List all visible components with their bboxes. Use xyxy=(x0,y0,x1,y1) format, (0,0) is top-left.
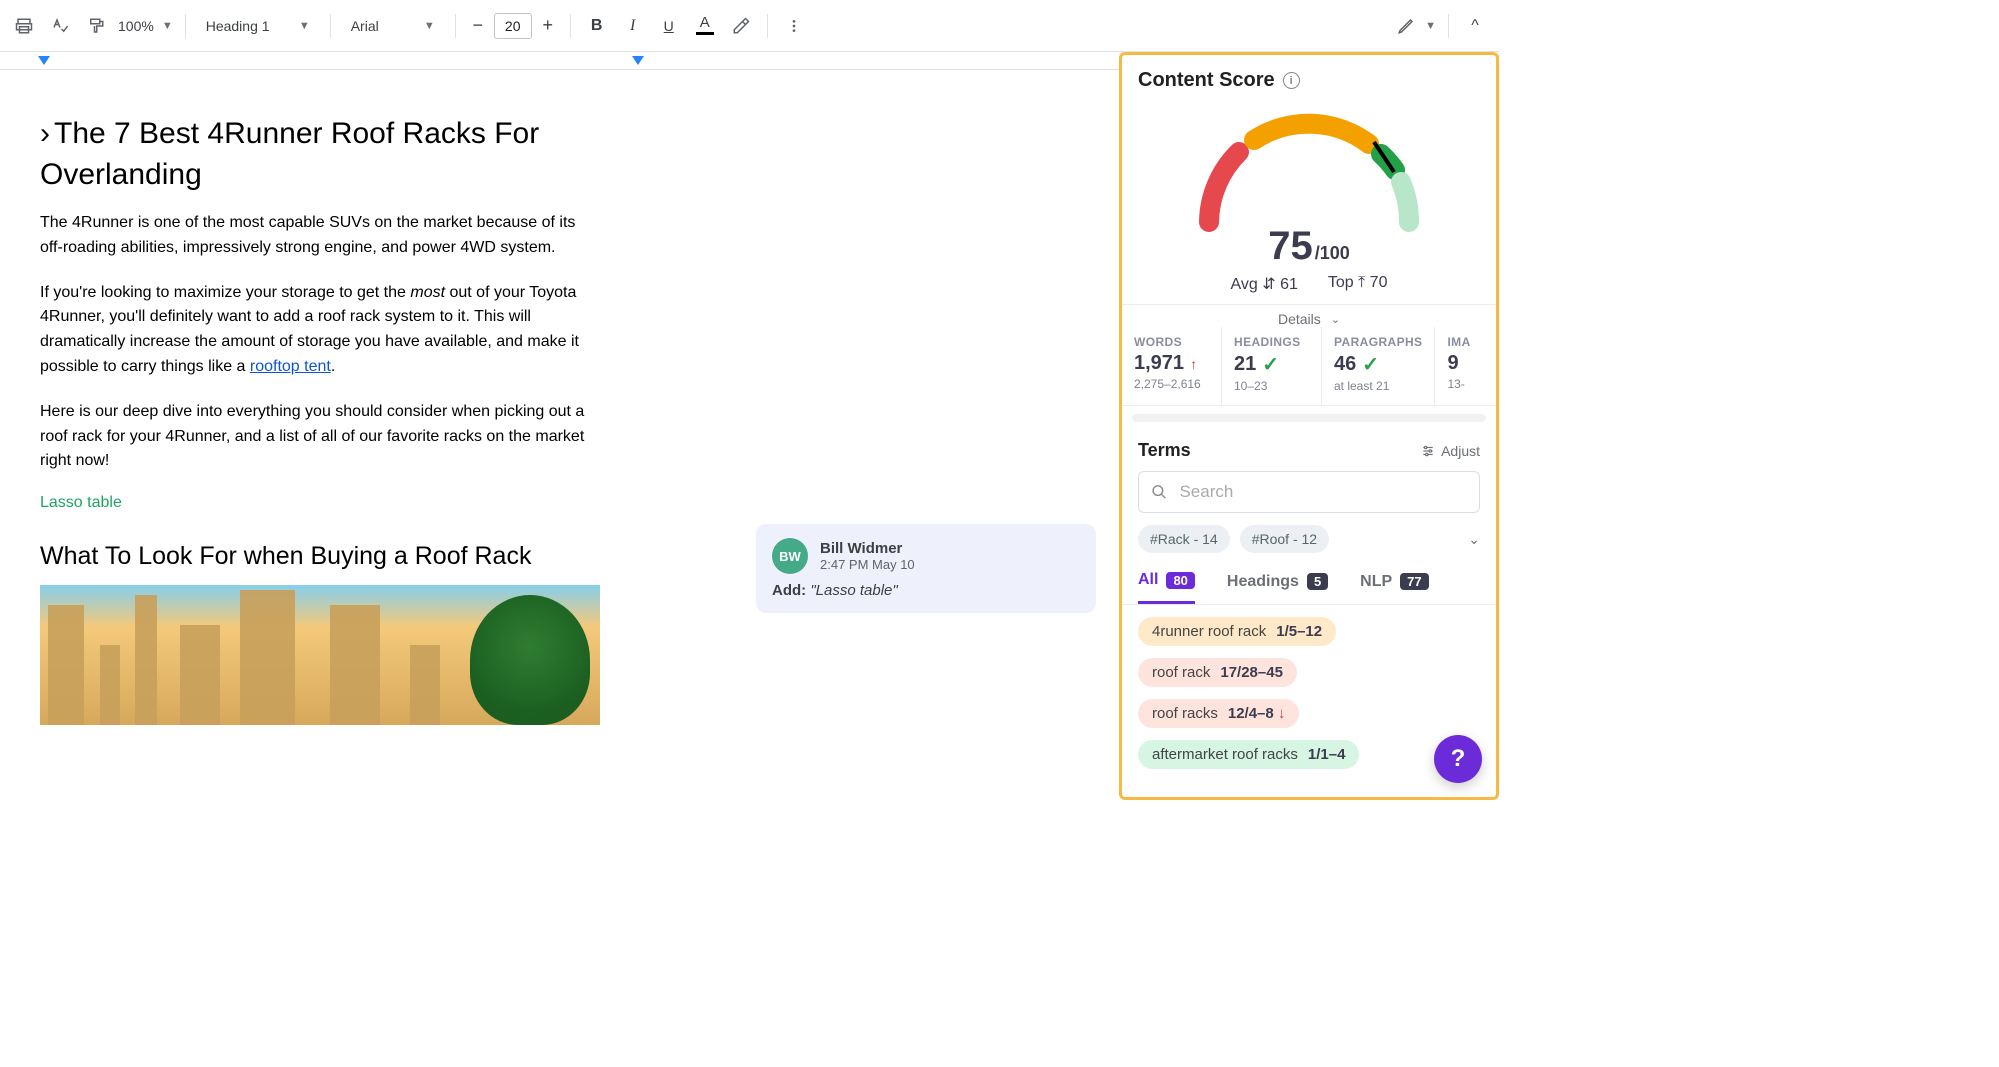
divider xyxy=(767,14,768,38)
text-color-button[interactable]: A xyxy=(691,12,719,40)
text-color-letter: A xyxy=(700,16,710,30)
tab-all[interactable]: All80 xyxy=(1138,571,1195,604)
heading-text: The 7 Best 4Runner Roof Racks For Overla… xyxy=(40,117,539,191)
help-button[interactable]: ? xyxy=(1434,735,1482,783)
chevron-down-icon: ▼ xyxy=(299,20,310,32)
text-span: . xyxy=(331,358,335,375)
document-page[interactable]: ›The 7 Best 4Runner Roof Racks For Overl… xyxy=(0,70,640,725)
underline-button[interactable]: U xyxy=(655,12,683,40)
document-area: ›The 7 Best 4Runner Roof Racks For Overl… xyxy=(0,52,1119,800)
term-chip[interactable]: 4runner roof rack 1/5–12 xyxy=(1138,617,1336,646)
increase-font-button[interactable]: + xyxy=(538,16,558,36)
term-chip[interactable]: roof racks 12/4–8 ↓ xyxy=(1138,699,1299,728)
tab-nlp[interactable]: NLP77 xyxy=(1360,573,1428,603)
paragraph[interactable]: Here is our deep dive into everything yo… xyxy=(40,400,600,474)
metric-headings: HEADINGS 21✓ 10–23 xyxy=(1222,327,1322,405)
rooftop-tent-link[interactable]: rooftop tent xyxy=(250,358,331,375)
comment-label: Add: xyxy=(772,582,806,599)
divider xyxy=(1448,14,1449,38)
font-label: Arial xyxy=(351,18,379,34)
divider xyxy=(185,14,186,38)
chevron-down-icon: ▼ xyxy=(424,20,435,32)
arrow-up-icon: ↑ xyxy=(1190,356,1197,372)
metric-words: WORDS 1,971↑ 2,275–2,616 xyxy=(1122,327,1222,405)
check-icon: ✓ xyxy=(1362,352,1379,377)
hash-chip-roof[interactable]: #Roof - 12 xyxy=(1240,525,1329,553)
style-label: Heading 1 xyxy=(206,18,270,34)
chevron-down-icon[interactable]: ⌄ xyxy=(1468,531,1480,548)
comment-time: 2:47 PM May 10 xyxy=(820,557,915,572)
paragraph[interactable]: If you're looking to maximize your stora… xyxy=(40,281,600,380)
hash-chip-rack[interactable]: #Rack - 14 xyxy=(1138,525,1230,553)
text-italic: most xyxy=(410,284,445,301)
metric-paragraphs: PARAGRAPHS 46✓ at least 21 xyxy=(1322,327,1435,405)
details-toggle[interactable]: Details ⌄ xyxy=(1122,305,1496,327)
search-input[interactable] xyxy=(1138,471,1480,513)
text-color-bar xyxy=(696,32,714,35)
lasso-table-text[interactable]: Lasso table xyxy=(40,494,600,512)
divider xyxy=(570,14,571,38)
divider xyxy=(330,14,331,38)
format-painter-icon[interactable] xyxy=(82,12,110,40)
search-field[interactable] xyxy=(1177,481,1467,503)
check-icon: ✓ xyxy=(1262,352,1279,377)
collapse-toolbar-button[interactable]: ^ xyxy=(1461,12,1489,40)
print-icon[interactable] xyxy=(10,12,38,40)
paragraph[interactable]: The 4Runner is one of the most capable S… xyxy=(40,211,600,261)
highlight-button[interactable] xyxy=(727,12,755,40)
comment-card[interactable]: BW Bill Widmer 2:47 PM May 10 Add: "Lass… xyxy=(756,524,1096,613)
chevron-down-icon: ▼ xyxy=(162,20,173,32)
term-tabs: All80 Headings5 NLP77 xyxy=(1122,561,1496,605)
editing-mode-button[interactable]: ▼ xyxy=(1397,17,1436,35)
content-score-panel: Content Score i 75/100 xyxy=(1119,52,1499,800)
zoom-select[interactable]: 100% ▼ xyxy=(118,18,173,34)
info-icon[interactable]: i xyxy=(1283,72,1300,89)
metrics-row: WORDS 1,971↑ 2,275–2,616 HEADINGS 21✓ 10… xyxy=(1122,327,1496,406)
comment-text: "Lasso table" xyxy=(810,582,897,599)
document-image[interactable] xyxy=(40,585,600,725)
more-button[interactable] xyxy=(780,12,808,40)
font-size-group: − 20 + xyxy=(468,13,558,39)
avatar: BW xyxy=(772,538,808,574)
ruler[interactable] xyxy=(0,52,1119,70)
bold-button[interactable]: B xyxy=(583,12,611,40)
chevron-down-icon: ▼ xyxy=(1425,20,1436,32)
metric-images: IMA 9 13- xyxy=(1435,327,1485,405)
panel-title: Content Score i xyxy=(1138,69,1480,92)
chevron-down-icon: ⌄ xyxy=(1331,313,1340,326)
heading-marker: › xyxy=(40,117,50,150)
font-size-input[interactable]: 20 xyxy=(494,13,532,39)
comment-author: Bill Widmer xyxy=(820,540,915,557)
scrollbar[interactable] xyxy=(1132,414,1486,422)
adjust-button[interactable]: Adjust xyxy=(1421,443,1480,459)
tab-headings[interactable]: Headings5 xyxy=(1227,573,1328,603)
comment-body: Add: "Lasso table" xyxy=(772,582,1080,599)
search-icon xyxy=(1151,483,1167,501)
text-span: If you're looking to maximize your stora… xyxy=(40,284,410,301)
score-comparison: Avg ⇵ 61 Top ⤒ 70 xyxy=(1231,274,1388,294)
divider xyxy=(455,14,456,38)
font-select[interactable]: Arial ▼ xyxy=(343,11,443,41)
indent-marker-right[interactable] xyxy=(632,56,644,65)
term-chip[interactable]: aftermarket roof racks 1/1–4 xyxy=(1138,740,1359,769)
spellcheck-icon[interactable] xyxy=(46,12,74,40)
score-gauge xyxy=(1169,112,1449,232)
zoom-value: 100% xyxy=(118,18,154,34)
paragraph-style-select[interactable]: Heading 1 ▼ xyxy=(198,11,318,41)
heading-1[interactable]: ›The 7 Best 4Runner Roof Racks For Overl… xyxy=(40,114,600,195)
decrease-font-button[interactable]: − xyxy=(468,16,488,36)
terms-title: Terms xyxy=(1138,440,1191,461)
heading-2[interactable]: What To Look For when Buying a Roof Rack xyxy=(40,542,600,571)
indent-marker-left[interactable] xyxy=(38,56,50,65)
toolbar: 100% ▼ Heading 1 ▼ Arial ▼ − 20 + B I U … xyxy=(0,0,1499,52)
term-chip[interactable]: roof rack 17/28–45 xyxy=(1138,658,1297,687)
italic-button[interactable]: I xyxy=(619,12,647,40)
